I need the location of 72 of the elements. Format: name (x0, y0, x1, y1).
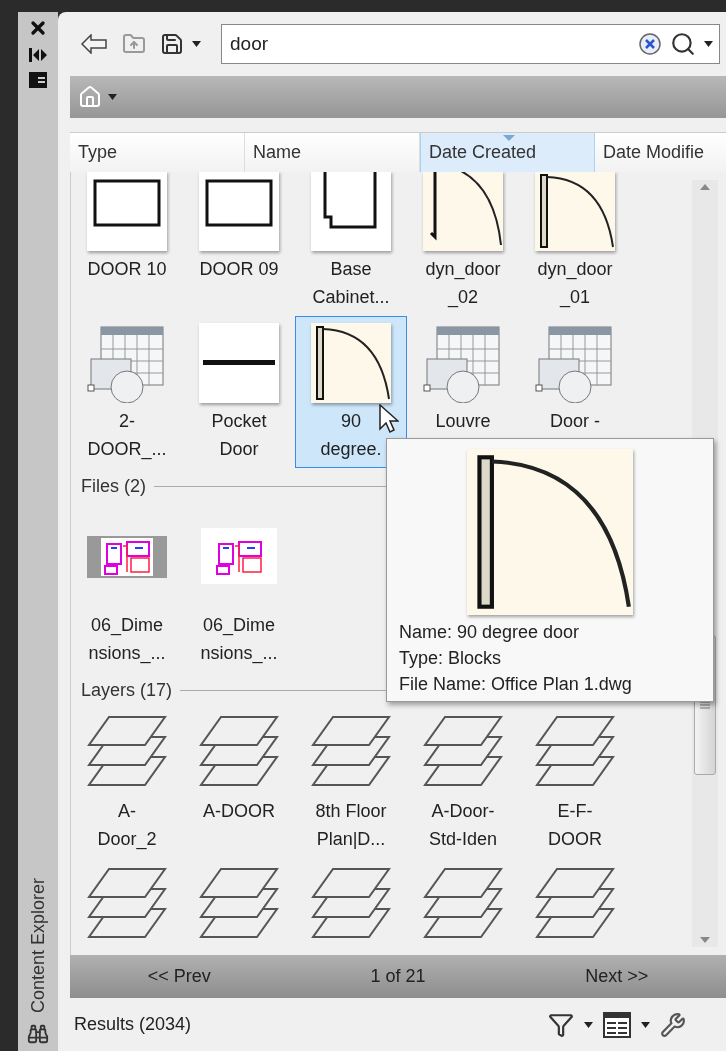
content-item[interactable]: E-F- DOOR (519, 706, 631, 858)
item-label: Pocket Door (211, 410, 267, 461)
scroll-up-icon[interactable] (700, 184, 710, 190)
expand-icon[interactable] (29, 48, 47, 62)
content-item[interactable]: A-Door- Std-Iden (407, 706, 519, 858)
item-label: dyn_door _01 (537, 258, 613, 310)
binoculars-icon[interactable] (27, 1023, 49, 1045)
content-item[interactable]: dyn_door _01 (519, 172, 631, 316)
item-label: E-F- DOOR (548, 800, 602, 851)
content-item[interactable]: 90 degree. (295, 316, 407, 468)
back-arrow-icon[interactable] (80, 34, 108, 54)
previous-page-button[interactable]: << Prev (147, 963, 211, 990)
caret-icon[interactable] (641, 1021, 650, 1028)
sort-arrow-icon (503, 135, 515, 141)
content-item[interactable]: A- Door_2 (71, 706, 183, 858)
grip-icon (700, 701, 710, 709)
item-label: dyn_door _02 (425, 258, 501, 310)
table-view-icon[interactable] (603, 1011, 631, 1038)
item-label: Louvre (435, 410, 491, 433)
search-value: door (230, 31, 270, 56)
caret-icon[interactable] (584, 1021, 593, 1028)
tooltip-text: Type: Blocks (399, 647, 503, 670)
content-item[interactable]: 2- DOOR_... (71, 316, 183, 468)
column-header[interactable]: Date Created (420, 133, 595, 172)
content-item[interactable]: A-DOOR (183, 706, 295, 858)
clear-icon[interactable] (638, 32, 662, 56)
item-label: Base Cabinet... (312, 258, 390, 309)
item-label: 2- DOOR_... (87, 410, 167, 462)
palette-title: Content Explorer (26, 877, 49, 1013)
content-item[interactable]: Door - (519, 316, 631, 468)
results-count: Results (2034) (74, 1013, 193, 1036)
item-label: DOOR 10 (87, 258, 167, 281)
content-item[interactable]: DOOR 09 (183, 172, 295, 316)
caret-icon[interactable] (704, 41, 713, 47)
item-label: 8th Floor Plan|D... (315, 800, 387, 851)
caret-icon[interactable] (192, 41, 201, 47)
content-item[interactable]: 06_Dime nsions_... (71, 502, 183, 672)
search-field[interactable]: door (221, 24, 720, 64)
content-item[interactable]: 8th Floor Plan|D... (295, 706, 407, 858)
item-label: A- Door_2 (97, 800, 157, 852)
content-item[interactable]: dyn_door _02 (407, 172, 519, 316)
section-title: Layers (17) (81, 678, 173, 702)
item-label: 90 degree. (320, 410, 382, 461)
caret-icon[interactable] (108, 94, 117, 100)
content-item[interactable]: Base Cabinet... (295, 172, 407, 316)
content-item[interactable]: DOOR 10 (71, 172, 183, 316)
item-label: A-DOOR (203, 800, 275, 823)
save-icon[interactable] (160, 32, 184, 56)
cursor-icon (379, 404, 399, 434)
content-item[interactable]: Pocket Door (183, 316, 295, 468)
table-style-icon (535, 323, 615, 403)
home-icon[interactable] (78, 85, 102, 109)
item-label: A-Door- Std-Iden (428, 800, 497, 851)
content-item[interactable]: 06_Dime nsions_... (183, 502, 295, 672)
table-style-icon (423, 323, 503, 403)
table-style-icon (87, 323, 167, 403)
page-indicator: 1 of 21 (370, 965, 426, 988)
item-label: DOOR 09 (199, 258, 279, 281)
item-label: 06_Dime nsions_... (88, 614, 166, 666)
scroll-down-icon[interactable] (700, 937, 710, 943)
filter-icon[interactable] (548, 1011, 574, 1038)
tooltip-text: File Name: Office Plan 1.dwg (399, 673, 632, 696)
settings-icon[interactable] (660, 1011, 686, 1038)
next-page-button[interactable]: Next >> (585, 963, 649, 990)
section-title: Files (2) (81, 474, 146, 498)
item-label: 06_Dime nsions_... (200, 614, 278, 666)
content-item[interactable]: Louvre (407, 316, 519, 468)
tooltip-text: Name: 90 degree door (399, 621, 581, 644)
properties-icon[interactable] (29, 72, 47, 88)
close-icon[interactable] (28, 18, 48, 38)
item-label: Door - (550, 410, 600, 433)
search-icon[interactable] (670, 31, 696, 57)
